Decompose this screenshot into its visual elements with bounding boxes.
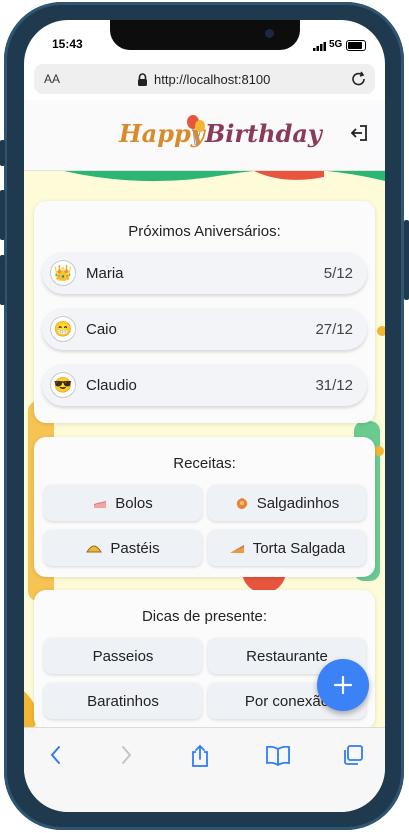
birthdays-title: Próximos Aniversários: [128, 223, 281, 240]
birthday-name: Caio [86, 321, 117, 338]
cake-icon [93, 497, 107, 509]
url-text[interactable]: http://localhost:8100 [154, 72, 270, 87]
sunglasses-icon: 😎 [50, 372, 76, 398]
share-icon[interactable] [189, 744, 211, 768]
recipe-salgadinhos-button[interactable]: Salgadinhos [208, 485, 366, 521]
recipes-title: Receitas: [173, 455, 236, 472]
birthday-date: 31/12 [315, 377, 353, 394]
bookmarks-icon[interactable] [265, 744, 291, 766]
pastel-icon [86, 543, 103, 553]
battery-icon [346, 40, 366, 51]
volume-down-button [0, 255, 5, 305]
content-area: Próximos Aniversários: 👑 Maria 5/12 😁 Ca… [24, 171, 385, 727]
camera [265, 29, 274, 38]
crown-icon: 👑 [50, 260, 76, 286]
birthday-name: Maria [86, 265, 124, 282]
browser-toolbar [24, 727, 385, 812]
volume-up-button [0, 190, 5, 240]
pie-icon [229, 542, 245, 554]
plus-icon [333, 675, 353, 695]
gift-passeios-button[interactable]: Passeios [44, 638, 202, 674]
forward-icon[interactable] [118, 744, 134, 766]
salgadinho-icon [235, 496, 249, 510]
logout-icon[interactable] [349, 124, 369, 142]
reload-icon[interactable] [351, 70, 367, 88]
lock-icon [138, 73, 147, 86]
gifts-card: Dicas de presente: Passeios Restaurante … [34, 590, 375, 727]
gifts-title: Dicas de presente: [141, 608, 268, 625]
text-size-button[interactable]: AA [44, 72, 60, 86]
back-icon[interactable] [48, 744, 64, 766]
silent-switch [0, 140, 5, 166]
birthday-item[interactable]: 😁 Caio 27/12 [42, 308, 367, 350]
recipes-card: Receitas: Bolos Salgadinhos Pastéis Tort… [34, 437, 375, 577]
birthday-name: Claudio [86, 377, 137, 394]
app-header: Happy Birthday [24, 100, 385, 171]
status-time: 15:43 [52, 37, 83, 51]
birthday-date: 5/12 [323, 265, 353, 282]
recipe-pasteis-button[interactable]: Pastéis [44, 530, 202, 566]
grin-icon: 😁 [50, 316, 76, 342]
add-button[interactable] [317, 659, 369, 711]
recipe-torta-salgada-button[interactable]: Torta Salgada [208, 530, 366, 566]
network-label: 5G [329, 39, 343, 50]
power-button [404, 220, 409, 300]
balloon-icon [187, 115, 205, 146]
address-bar[interactable]: AA http://localhost:8100 [34, 64, 375, 94]
tabs-icon[interactable] [342, 744, 364, 766]
birthday-item[interactable]: 👑 Maria 5/12 [42, 252, 367, 294]
birthdays-card: Próximos Aniversários: 👑 Maria 5/12 😁 Ca… [34, 201, 375, 423]
recipe-bolos-button[interactable]: Bolos [44, 485, 202, 521]
signal-icon [313, 42, 326, 51]
screen: 15:43 5G AA http://localhost:8100 Happy [24, 20, 385, 812]
birthday-item[interactable]: 😎 Claudio 31/12 [42, 364, 367, 406]
gift-baratinhos-button[interactable]: Baratinhos [44, 683, 202, 719]
birthday-date: 27/12 [315, 321, 353, 338]
